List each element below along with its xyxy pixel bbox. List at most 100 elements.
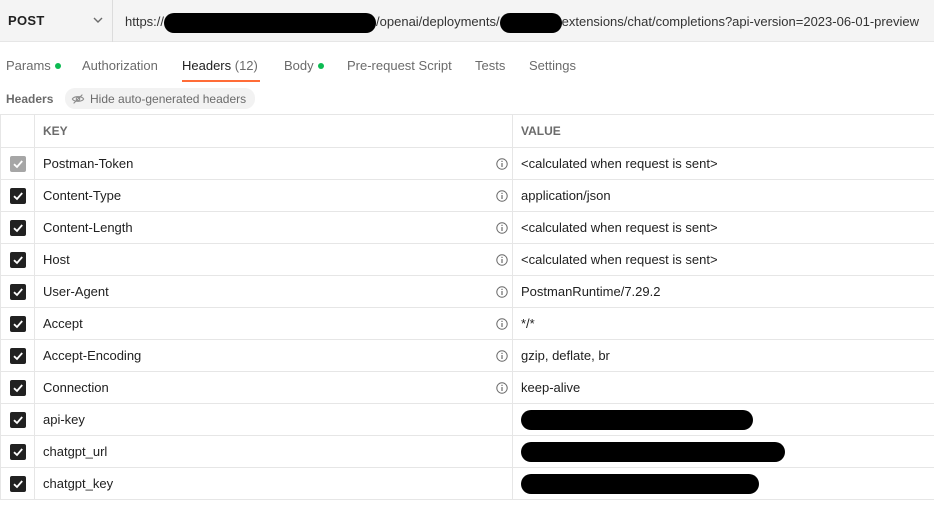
info-icon[interactable] xyxy=(496,382,508,394)
header-checkbox-col xyxy=(0,114,35,148)
key-cell[interactable]: User-Agent xyxy=(34,275,513,308)
hide-auto-generated-button[interactable]: Hide auto-generated headers xyxy=(65,88,256,109)
info-icon[interactable] xyxy=(496,254,508,266)
checkmark-icon xyxy=(12,256,23,265)
checkmark-icon xyxy=(12,192,23,201)
key-cell[interactable]: Content-Length xyxy=(34,211,513,244)
tab-body[interactable]: Body xyxy=(284,58,324,73)
header-key: User-Agent xyxy=(43,284,109,299)
redacted-value xyxy=(521,409,753,430)
header-value: PostmanRuntime/7.29.2 xyxy=(521,284,661,299)
tab-pre-request-script[interactable]: Pre-request Script xyxy=(347,58,452,73)
tab-status-dot xyxy=(54,62,61,69)
row-checkbox[interactable] xyxy=(9,219,26,236)
table-row: Content-Type application/json xyxy=(0,179,934,212)
header-key: Accept xyxy=(43,316,83,331)
value-cell[interactable]: gzip, deflate, br xyxy=(512,339,934,372)
row-checkbox[interactable] xyxy=(9,155,26,172)
checkbox-cell xyxy=(0,371,35,404)
value-cell[interactable]: */* xyxy=(512,307,934,340)
header-value: <calculated when request is sent> xyxy=(521,220,718,235)
key-cell[interactable]: chatgpt_key xyxy=(34,467,513,500)
checkmark-icon xyxy=(12,224,23,233)
hide-auto-generated-label: Hide auto-generated headers xyxy=(90,91,247,106)
headers-title: Headers xyxy=(6,92,54,106)
header-key: Content-Length xyxy=(43,220,133,235)
url-segment: extensions/chat/completions?api-version=… xyxy=(561,14,919,30)
chevron-down-icon xyxy=(93,17,103,23)
info-icon[interactable] xyxy=(496,318,508,330)
row-checkbox[interactable] xyxy=(9,379,26,396)
info-icon[interactable] xyxy=(496,286,508,298)
checkbox-cell xyxy=(0,275,35,308)
header-key: chatgpt_url xyxy=(43,444,108,459)
checkmark-icon xyxy=(12,448,23,457)
value-column-header: VALUE xyxy=(512,114,934,148)
checkbox-cell xyxy=(0,179,35,212)
value-cell[interactable] xyxy=(512,403,934,436)
value-cell[interactable]: <calculated when request is sent> xyxy=(512,243,934,276)
row-checkbox[interactable] xyxy=(9,347,26,364)
tab-label: Pre-request Script xyxy=(347,58,452,73)
headers-table: KEY VALUE Postman-Token <calculated when … xyxy=(0,114,934,500)
method-label: POST xyxy=(8,13,45,28)
header-key: chatgpt_key xyxy=(43,476,114,491)
tab-label: Authorization xyxy=(82,58,158,73)
key-cell[interactable]: Connection xyxy=(34,371,513,404)
table-row: Accept */* xyxy=(0,307,934,340)
value-cell[interactable]: keep-alive xyxy=(512,371,934,404)
key-cell[interactable]: Accept xyxy=(34,307,513,340)
key-cell[interactable]: api-key xyxy=(34,403,513,436)
checkmark-icon xyxy=(12,352,23,361)
info-icon[interactable] xyxy=(496,158,508,170)
value-cell[interactable] xyxy=(512,467,934,500)
value-cell[interactable]: application/json xyxy=(512,179,934,212)
url-redacted-segment xyxy=(499,13,562,33)
row-checkbox[interactable] xyxy=(9,283,26,300)
header-value: */* xyxy=(521,316,535,331)
row-checkbox[interactable] xyxy=(9,443,26,460)
info-icon[interactable] xyxy=(496,190,508,202)
info-icon[interactable] xyxy=(496,222,508,234)
key-cell[interactable]: Host xyxy=(34,243,513,276)
table-row: Connection keep-alive xyxy=(0,371,934,404)
tab-status-dot xyxy=(317,62,324,69)
header-key: Postman-Token xyxy=(43,156,134,171)
key-cell[interactable]: Accept-Encoding xyxy=(34,339,513,372)
value-cell[interactable]: PostmanRuntime/7.29.2 xyxy=(512,275,934,308)
tab-authorization[interactable]: Authorization xyxy=(82,58,158,73)
url-segment: /openai/deployments/ xyxy=(376,14,500,30)
tab-headers[interactable]: Headers (12) xyxy=(182,58,258,73)
table-row: Host <calculated when request is sent> xyxy=(0,243,934,276)
checkbox-cell xyxy=(0,339,35,372)
row-checkbox[interactable] xyxy=(9,315,26,332)
info-icon[interactable] xyxy=(496,350,508,362)
row-checkbox[interactable] xyxy=(9,411,26,428)
header-key: Content-Type xyxy=(43,188,122,203)
tab-settings[interactable]: Settings xyxy=(529,58,576,73)
header-value: keep-alive xyxy=(521,380,581,395)
tab-params[interactable]: Params xyxy=(6,58,61,73)
tab-label: Tests xyxy=(475,58,506,73)
value-cell[interactable] xyxy=(512,435,934,468)
url-input[interactable]: https:// /openai/deployments/extensions/c… xyxy=(125,13,919,33)
row-checkbox[interactable] xyxy=(9,187,26,204)
redacted-value xyxy=(521,441,785,462)
key-cell[interactable]: chatgpt_url xyxy=(34,435,513,468)
url-segment: https:// xyxy=(125,14,165,30)
row-checkbox[interactable] xyxy=(9,475,26,492)
checkbox-cell xyxy=(0,307,35,340)
key-cell[interactable]: Postman-Token xyxy=(34,147,513,180)
tab-label: Headers xyxy=(182,58,232,73)
checkmark-icon xyxy=(12,160,23,169)
method-select[interactable]: POST xyxy=(0,0,113,42)
key-cell[interactable]: Content-Type xyxy=(34,179,513,212)
header-value: <calculated when request is sent> xyxy=(521,156,718,171)
value-cell[interactable]: <calculated when request is sent> xyxy=(512,211,934,244)
tab-count: (12) xyxy=(231,58,258,73)
checkbox-cell xyxy=(0,147,35,180)
tab-label: Settings xyxy=(529,58,576,73)
row-checkbox[interactable] xyxy=(9,251,26,268)
value-cell[interactable]: <calculated when request is sent> xyxy=(512,147,934,180)
tab-tests[interactable]: Tests xyxy=(475,58,505,73)
